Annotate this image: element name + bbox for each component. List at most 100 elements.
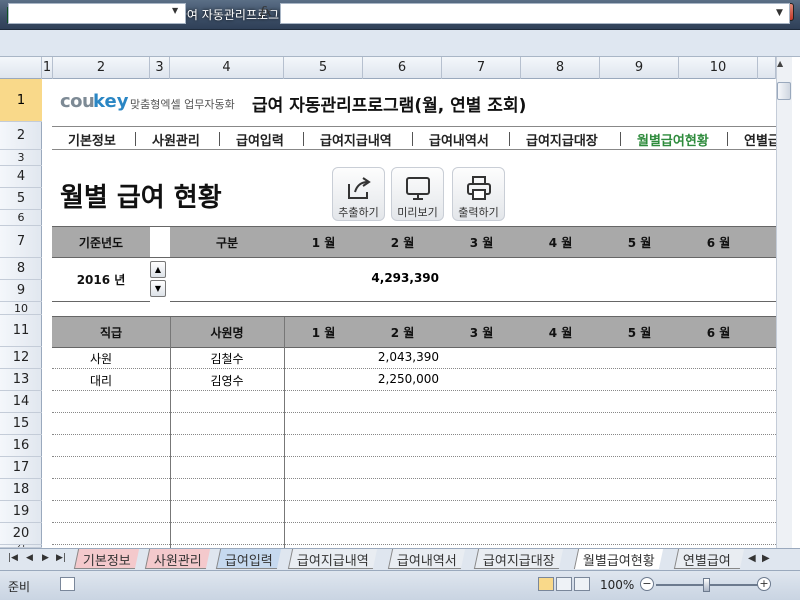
sheet-tab-label: 기본정보 [82, 554, 131, 569]
row-header[interactable]: 19 [0, 501, 42, 523]
summary-month-header: 1 월 [311, 236, 336, 250]
salary-cell: 2,250,000 [377, 372, 439, 386]
name-cell: 김영수 [210, 374, 244, 388]
select-all-corner[interactable] [0, 57, 42, 79]
menu-item-yearly-status[interactable]: 연별급 [744, 130, 776, 149]
tab-scroll-left-icon[interactable]: ◀ [748, 553, 756, 564]
sheet-tab-label: 급여입력 [224, 554, 273, 569]
normal-view-icon[interactable] [538, 577, 554, 591]
row-header[interactable]: 16 [0, 435, 42, 457]
logo-text-key: key [93, 91, 129, 112]
row-header[interactable]: 12 [0, 347, 42, 369]
row-header[interactable]: 6 [0, 210, 42, 226]
column-header[interactable]: 4 [170, 57, 284, 79]
sheet-tab-pay-statement[interactable]: 급여내역서 [387, 549, 465, 569]
column-header[interactable]: 5 [284, 57, 363, 79]
column-header[interactable]: 9 [600, 57, 679, 79]
scroll-thumb[interactable] [777, 82, 791, 100]
row-header[interactable]: 13 [0, 369, 42, 391]
sheet-tab-salary-input[interactable]: 급여입력 [215, 549, 281, 569]
export-button[interactable]: 추출하기 [332, 167, 385, 221]
menu-divider [219, 132, 220, 146]
vertical-scrollbar[interactable] [776, 57, 792, 548]
sheet-tab-monthly-status[interactable]: 월별급여현황 [573, 549, 663, 569]
tab-scroll-right-icon[interactable]: ▶ [762, 553, 770, 564]
name-box[interactable] [8, 3, 186, 24]
column-header[interactable]: 1 [42, 57, 53, 79]
menu-item-payroll-ledger[interactable]: 급여지급대장 [526, 130, 598, 149]
sheet-tab-basic-info[interactable]: 기본정보 [73, 549, 139, 569]
menu-item-payment-history[interactable]: 급여지급내역 [320, 130, 392, 149]
column-header[interactable]: 8 [521, 57, 600, 79]
row-header[interactable]: 2 [0, 122, 42, 150]
summary-month-header: 2 월 [390, 236, 415, 250]
formula-input[interactable] [280, 3, 790, 24]
row-header[interactable]: 8 [0, 258, 42, 280]
row-header[interactable]: 11 [0, 315, 42, 347]
sheet-tab-yearly-status[interactable]: 연별급여 [673, 549, 745, 569]
summary-month-header: 3 월 [469, 236, 494, 250]
rank-cell: 대리 [89, 374, 113, 388]
sheet-tab-payroll-ledger[interactable]: 급여지급대장 [473, 549, 563, 569]
prev-sheet-icon[interactable]: ◀ [26, 553, 33, 563]
zoom-out-icon[interactable]: − [640, 577, 654, 591]
expand-formula-icon[interactable]: ▼ [776, 8, 783, 18]
page-break-icon[interactable] [574, 577, 590, 591]
column-header-partial[interactable] [758, 57, 776, 79]
app-title: 급여 자동관리프로그램(월, 연별 조회) [252, 96, 527, 116]
column-header[interactable]: 2 [53, 57, 150, 79]
column-header[interactable]: 3 [150, 57, 170, 79]
fx-icon[interactable]: fx [260, 5, 272, 20]
category-header: 구분 [215, 236, 239, 250]
column-header[interactable]: 7 [442, 57, 521, 79]
zoom-slider-thumb[interactable] [703, 578, 710, 592]
next-sheet-icon[interactable]: ▶ [42, 553, 49, 563]
menu-divider [509, 132, 510, 146]
status-bar: 준비 100% − + [0, 570, 800, 600]
menu-item-pay-statement[interactable]: 급여내역서 [429, 130, 489, 149]
month-header: 3 월 [469, 326, 494, 340]
row-header[interactable]: 17 [0, 457, 42, 479]
row-header[interactable]: 3 [0, 150, 42, 166]
menu-item-monthly-status[interactable]: 월별급여현황 [637, 130, 709, 149]
rank-header: 직급 [99, 326, 123, 340]
menu-item-basic-info[interactable]: 기본정보 [68, 130, 116, 149]
month-header: 5 월 [627, 326, 652, 340]
year-value[interactable]: 2016 년 [52, 271, 150, 288]
last-sheet-icon[interactable]: ▶| [56, 553, 66, 563]
year-up-button[interactable]: ▲ [150, 261, 166, 278]
row-header[interactable]: 7 [0, 226, 42, 258]
page-layout-icon[interactable] [556, 577, 572, 591]
column-header[interactable]: 10 [679, 57, 758, 79]
export-label: 추출하기 [338, 206, 379, 219]
macro-record-icon[interactable] [60, 577, 75, 591]
preview-button[interactable]: 미리보기 [391, 167, 444, 221]
column-header[interactable]: 6 [363, 57, 442, 79]
row-header[interactable]: 9 [0, 280, 42, 302]
summary-month-header: 4 월 [548, 236, 573, 250]
row-header[interactable]: 18 [0, 479, 42, 501]
logo-text-cou: cou [60, 91, 95, 112]
sheet-tab-label: 급여지급내역 [296, 554, 369, 569]
row-header[interactable]: 1 [0, 79, 42, 122]
menu-item-employees[interactable]: 사원관리 [152, 130, 200, 149]
row-headers: 1 2 3 4 5 6 7 8 9 10 11 12 13 14 15 16 1… [0, 79, 42, 548]
sheet-tab-bar: |◀ ◀ ▶ ▶| 기본정보 사원관리 급여입력 급여지급내역 급여내역서 급여… [0, 548, 800, 570]
row-header[interactable]: 4 [0, 166, 42, 188]
zoom-in-icon[interactable]: + [757, 577, 771, 591]
row-header[interactable]: 20 [0, 523, 42, 545]
row-header[interactable]: 10 [0, 302, 42, 315]
year-down-button[interactable]: ▼ [150, 280, 166, 297]
zoom-level[interactable]: 100% [600, 578, 634, 592]
first-sheet-icon[interactable]: |◀ [8, 553, 18, 563]
row-header[interactable]: 14 [0, 391, 42, 413]
scroll-up-icon[interactable]: ▲ [777, 59, 783, 68]
row-header[interactable]: 15 [0, 413, 42, 435]
sheet-tab-employees[interactable]: 사원관리 [144, 549, 210, 569]
sheet-tab-payment-history[interactable]: 급여지급내역 [287, 549, 377, 569]
menu-item-salary-input[interactable]: 급여입력 [236, 130, 284, 149]
chevron-down-icon[interactable]: ▼ [172, 6, 178, 15]
row-header[interactable]: 5 [0, 188, 42, 210]
print-button[interactable]: 출력하기 [452, 167, 505, 221]
menu-divider [620, 132, 621, 146]
